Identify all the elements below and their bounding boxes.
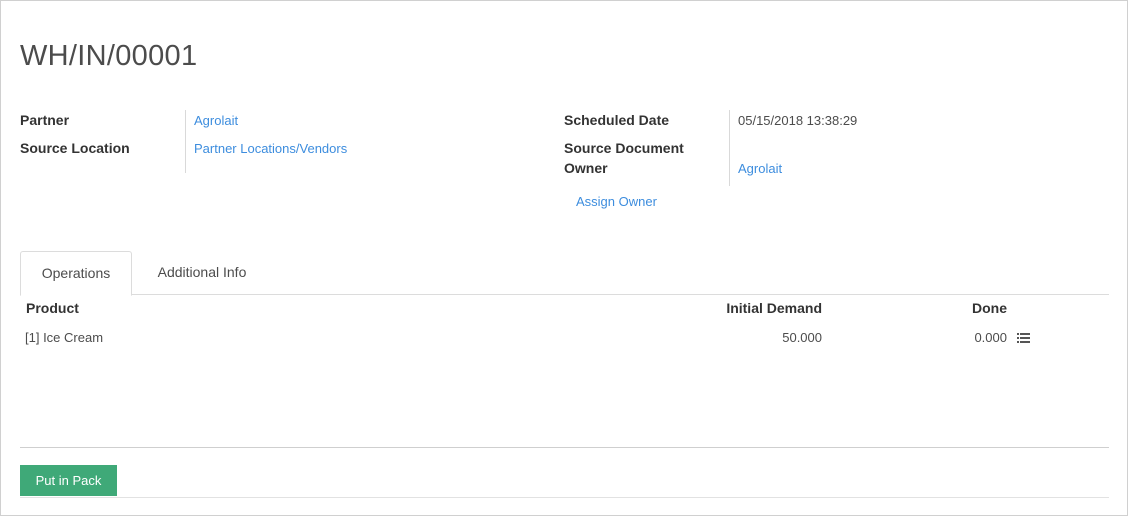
partner-label: Partner xyxy=(20,112,70,128)
right-group-divider xyxy=(729,110,730,186)
tabs-underline xyxy=(20,294,1109,295)
column-header-done[interactable]: Done xyxy=(907,298,1007,318)
scheduled-date-value: 05/15/2018 13:38:29 xyxy=(738,113,858,128)
assign-owner-button[interactable]: Assign Owner xyxy=(576,192,657,212)
source-location-link[interactable]: Partner Locations/Vendors xyxy=(194,139,347,159)
column-header-initial-demand[interactable]: Initial Demand xyxy=(621,298,822,318)
source-location-label: Source Location xyxy=(20,140,130,156)
source-document-label: Source Document xyxy=(564,140,684,156)
record-title: WH/IN/00001 xyxy=(20,40,198,72)
bottom-divider xyxy=(20,497,1109,498)
column-header-product[interactable]: Product xyxy=(26,298,79,318)
partner-link[interactable]: Agrolait xyxy=(194,111,238,131)
row-initial-demand[interactable]: 50.000 xyxy=(621,328,822,348)
row-product[interactable]: [1] Ice Cream xyxy=(25,328,103,348)
row-done[interactable]: 0.000 xyxy=(907,328,1007,348)
scheduled-date-label: Scheduled Date xyxy=(564,112,670,128)
tab-operations[interactable]: Operations xyxy=(20,251,132,296)
list-icon[interactable] xyxy=(1017,333,1030,343)
left-group-divider xyxy=(185,110,186,173)
owner-label: Owner xyxy=(564,160,608,176)
put-in-pack-button[interactable]: Put in Pack xyxy=(20,465,117,496)
tab-additional-info[interactable]: Additional Info xyxy=(137,251,267,294)
owner-link[interactable]: Agrolait xyxy=(738,159,782,179)
form-sheet: WH/IN/00001 Partner Agrolait Source Loca… xyxy=(0,0,1128,516)
table-footer-divider xyxy=(20,447,1109,448)
